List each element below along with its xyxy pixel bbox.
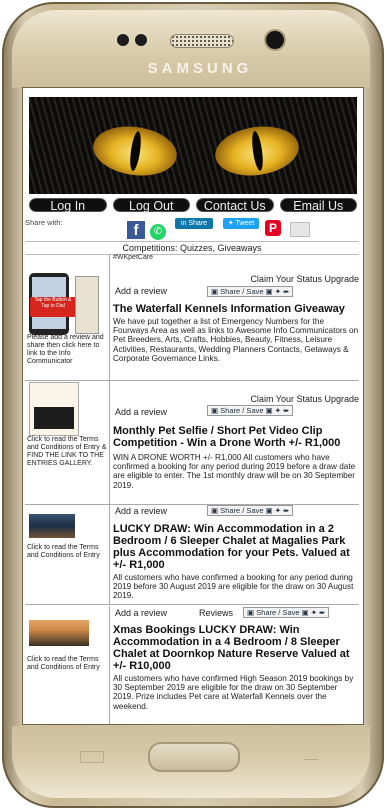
competitions-heading: Competitions: Quizzes, Giveaways: [25, 241, 359, 255]
share-label: Share with:: [25, 218, 63, 227]
pinterest-icon[interactable]: P: [265, 220, 281, 236]
add-review-link[interactable]: Add a review: [115, 407, 167, 417]
contact-button[interactable]: Contact Us: [196, 198, 274, 213]
front-camera-icon: [266, 31, 284, 49]
entry-tag: #WKpetCare: [113, 254, 154, 261]
list-item: Click to read the Terms and Conditions o…: [25, 504, 359, 605]
share-save-button[interactable]: ▣ Share / Save ▣ ✦ ➨: [207, 505, 294, 516]
entry-side-note[interactable]: Click to read the Terms and Conditions o…: [27, 544, 107, 560]
entry-title[interactable]: The Waterfall Kennels Information Giveaw…: [113, 303, 359, 315]
entry-content: Add a review Reviews ▣ Share / Save ▣ ✦ …: [113, 606, 359, 711]
list-item: Click to read the Terms and Conditions o…: [25, 606, 359, 724]
home-button[interactable]: [148, 742, 240, 772]
sensor-icon: [135, 34, 147, 46]
phone-dial-thumbnail[interactable]: Tap the Button & Tap to Dial: [29, 273, 76, 335]
top-nav: Log In Log Out Contact Us Email Us: [29, 198, 357, 213]
cat-eyes-banner: [29, 97, 357, 194]
entry-content: Add a review ▣ Share / Save ▣ ✦ ➨ LUCKY …: [113, 504, 359, 601]
phone-screen: Log In Log Out Contact Us Email Us Share…: [22, 87, 364, 725]
whatsapp-icon[interactable]: ✆: [150, 224, 166, 240]
entry-sidebar: Tap the Button & Tap to Dial Please add …: [25, 254, 110, 380]
entry-side-note[interactable]: Click to read the Terms and Conditions o…: [27, 656, 107, 672]
logout-button[interactable]: Log Out: [112, 198, 190, 213]
chalet-thumbnail[interactable]: [29, 514, 75, 538]
linkedin-share-button[interactable]: in Share: [175, 218, 213, 229]
entry-content: #WKpetCare Claim Your Status Upgrade Add…: [113, 254, 359, 363]
add-review-link[interactable]: Add a review: [115, 286, 167, 296]
login-button[interactable]: Log In: [29, 198, 107, 213]
add-review-link[interactable]: Add a review: [115, 608, 167, 618]
list-item: Tap the Button & Tap to Dial Please add …: [25, 254, 359, 381]
claim-status-link[interactable]: Claim Your Status Upgrade: [113, 274, 359, 284]
facebook-icon[interactable]: f: [127, 221, 145, 239]
back-key-icon[interactable]: [304, 749, 318, 760]
entry-description: All customers who have confirmed High Se…: [113, 674, 354, 711]
selfie-poster-thumbnail[interactable]: [29, 382, 79, 436]
entry-title[interactable]: Xmas Bookings LUCKY DRAW: Win Accommodat…: [113, 624, 359, 672]
add-review-link[interactable]: Add a review: [115, 506, 167, 516]
device-brand: SAMSUNG: [147, 60, 253, 77]
earpiece-speaker: [170, 34, 234, 48]
email-icon[interactable]: [290, 222, 310, 237]
twitter-tweet-button[interactable]: ✦ Tweet: [223, 218, 259, 229]
nature-reserve-thumbnail[interactable]: [29, 620, 89, 646]
claim-status-link[interactable]: Claim Your Status Upgrade: [113, 394, 359, 404]
entry-title[interactable]: LUCKY DRAW: Win Accommodation in a 2 Bed…: [113, 523, 359, 571]
document-thumbnail[interactable]: [75, 276, 99, 334]
sensor-icon: [117, 34, 129, 46]
list-item: Click to read the Terms and Conditions o…: [25, 380, 359, 505]
entry-sidebar: Click to read the Terms and Conditions o…: [25, 504, 110, 604]
email-button[interactable]: Email Us: [279, 198, 357, 213]
reviews-link[interactable]: Reviews: [199, 608, 233, 618]
share-save-button[interactable]: ▣ Share / Save ▣ ✦ ➨: [207, 405, 294, 416]
entry-sidebar: Click to read the Terms and Conditions o…: [25, 606, 110, 724]
entry-sidebar: Click to read the Terms and Conditions o…: [25, 380, 110, 504]
share-save-button[interactable]: ▣ Share / Save ▣ ✦ ➨: [207, 286, 294, 297]
recent-apps-key-icon[interactable]: [80, 751, 104, 763]
share-row: Share with: f ✆ in Share ✦ Tweet P: [25, 216, 355, 240]
entry-description: All customers who have confirmed a booki…: [113, 573, 354, 601]
entry-side-note[interactable]: Please add a review and share then click…: [27, 334, 107, 366]
entry-description: We have put together a list of Emergency…: [113, 317, 359, 363]
share-save-button[interactable]: ▣ Share / Save ▣ ✦ ➨: [243, 607, 330, 618]
entry-description: WIN A DRONE WORTH +/- R1,000 All custome…: [113, 453, 356, 490]
entry-side-note[interactable]: Click to read the Terms and Conditions o…: [27, 436, 107, 468]
entry-content: Claim Your Status Upgrade Add a review ▣…: [113, 380, 359, 490]
entry-title[interactable]: Monthly Pet Selfie / Short Pet Video Cli…: [113, 425, 359, 449]
